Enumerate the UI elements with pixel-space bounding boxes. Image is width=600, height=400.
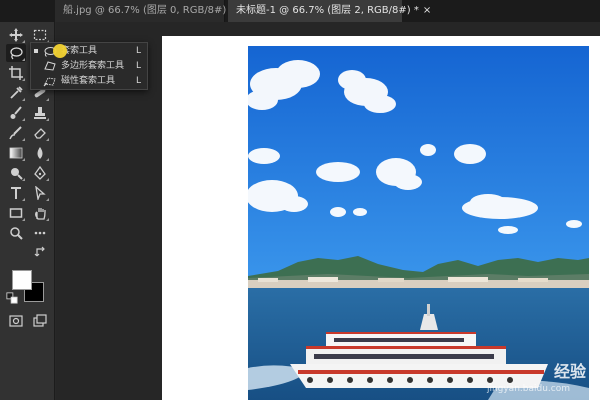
lasso-tool-icon[interactable] — [6, 44, 26, 62]
menu-item-shortcut: L — [135, 46, 141, 56]
zoom-tool-icon[interactable] — [6, 224, 26, 242]
close-icon[interactable]: × — [423, 5, 431, 16]
cursor-highlight — [53, 44, 67, 58]
lasso-tool-flyout-menu: 套索工具 L 多边形套索工具 L 磁性套索工具 L — [30, 42, 148, 90]
tab-label: 未标题-1 @ 66.7% (图层 2, RGB/8#) * — [236, 5, 419, 16]
dodge-tool-icon[interactable] — [6, 164, 26, 182]
pen-tool-icon[interactable] — [30, 164, 50, 182]
magnetic-lasso-icon — [43, 77, 56, 87]
move-tool-icon[interactable] — [6, 26, 26, 44]
more-tools-icon[interactable] — [30, 224, 50, 242]
watermark-url: jingyan.baidu.com — [486, 384, 570, 394]
quick-mask-icon[interactable] — [6, 312, 26, 330]
stamp-tool-icon[interactable] — [30, 104, 50, 122]
photoshop-window: 船.jpg @ 66.7% (图层 0, RGB/8#) *× 未标题-1 @ … — [0, 0, 600, 400]
tab-untitled-document[interactable]: 未标题-1 @ 66.7% (图层 2, RGB/8#) * × — [228, 0, 431, 22]
history-brush-icon[interactable] — [6, 124, 26, 142]
screen-mode-icon[interactable] — [30, 312, 50, 330]
blur-tool-icon[interactable] — [30, 144, 50, 162]
crop-tool-icon[interactable] — [6, 64, 26, 82]
menu-item-shortcut: L — [135, 76, 141, 86]
menu-item-lasso[interactable]: 套索工具 L — [31, 44, 147, 59]
menu-item-polygonal-lasso[interactable]: 多边形套索工具 L — [31, 59, 147, 74]
type-tool-icon[interactable] — [6, 184, 26, 202]
menu-item-magnetic-lasso[interactable]: 磁性套索工具 L — [31, 74, 147, 89]
eraser-tool-icon[interactable] — [30, 124, 50, 142]
swap-colors-icon[interactable] — [34, 246, 48, 258]
menu-item-label: 多边形套索工具 — [61, 61, 125, 71]
hand-tool-icon[interactable] — [30, 204, 50, 222]
path-selection-icon[interactable] — [30, 184, 50, 202]
menu-item-label: 磁性套索工具 — [61, 76, 116, 86]
watermark-text: 经验 — [553, 362, 586, 381]
tab-ship-document[interactable]: 船.jpg @ 66.7% (图层 0, RGB/8#) *× — [55, 0, 247, 22]
tab-label: 船.jpg @ 66.7% (图层 0, RGB/8#) * — [63, 5, 235, 16]
document-tab-bar: 船.jpg @ 66.7% (图层 0, RGB/8#) *× 未标题-1 @ … — [0, 0, 600, 22]
eyedropper-tool-icon[interactable] — [6, 84, 26, 102]
selected-bullet-icon — [34, 49, 38, 53]
gradient-tool-icon[interactable] — [6, 144, 26, 162]
brush-tool-icon[interactable] — [6, 104, 26, 122]
menu-item-shortcut: L — [135, 61, 141, 71]
polygonal-lasso-icon — [44, 61, 56, 71]
ship-photo-layer[interactable] — [248, 46, 589, 400]
rectangle-tool-icon[interactable] — [6, 204, 26, 222]
foreground-color-swatch[interactable] — [12, 270, 32, 290]
default-colors-icon[interactable] — [6, 292, 18, 304]
